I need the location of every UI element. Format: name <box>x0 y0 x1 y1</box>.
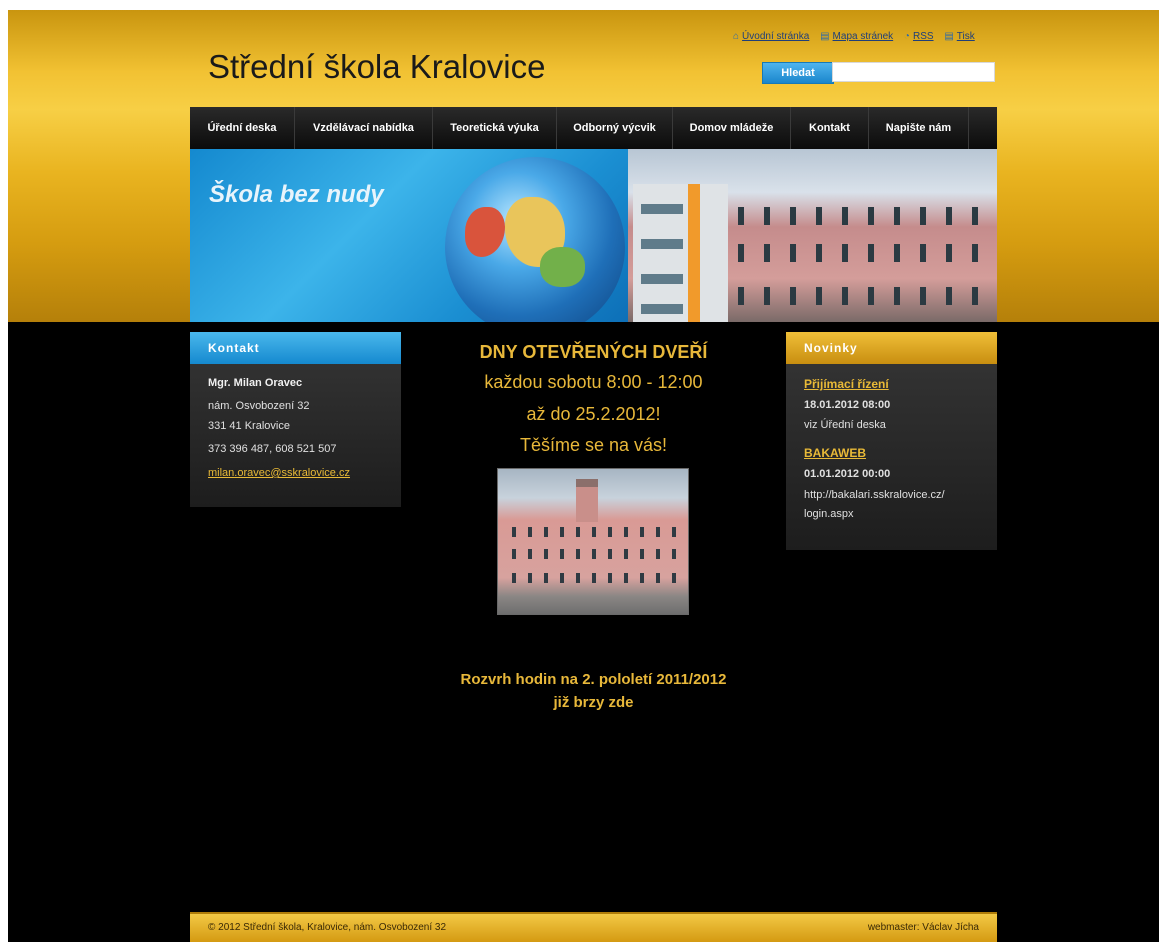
school-building-photo <box>628 149 997 322</box>
building-window-row <box>641 204 683 214</box>
news-box-heading: Novinky <box>786 332 997 364</box>
browser-frame-left <box>0 0 8 942</box>
building-window-row <box>728 287 988 305</box>
globe-image <box>445 157 625 322</box>
schedule-heading: Rozvrh hodin na 2. pololetí 2011/2012 <box>460 671 727 688</box>
contact-street: nám. Osvobození 32 <box>208 400 310 412</box>
building-window-row <box>728 207 988 225</box>
news-item-title[interactable]: Přijímací řízení <box>804 377 889 391</box>
building-window-row <box>641 304 683 314</box>
browser-frame-right <box>1159 0 1167 942</box>
open-days-time: každou sobotu 8:00 - 12:00 <box>484 372 703 392</box>
browser-frame-top <box>0 0 1167 10</box>
toplink-print[interactable]: Tisk <box>957 31 975 42</box>
news-item-title[interactable]: BAKAWEB <box>804 446 866 460</box>
sitemap-icon: ▤ <box>820 31 830 42</box>
nav-item-kontakt[interactable]: Kontakt <box>791 107 869 149</box>
school-photo <box>497 468 689 615</box>
top-links: ⌂ Úvodní stránka ▤ Mapa stránek ◔ RSS ▤ Tisk <box>733 31 975 42</box>
contact-box-heading: Kontakt <box>190 332 401 364</box>
banner-blue-panel: Škola bez nudy <box>190 149 630 322</box>
contact-box: Kontakt Mgr. Milan Oravec nám. Osvobozen… <box>190 332 401 507</box>
open-days-welcome: Těšíme se na vás! <box>519 435 668 455</box>
site-footer: © 2012 Střední škola, Kralovice, nám. Os… <box>190 912 997 942</box>
site-title[interactable]: Střední škola Kralovice <box>208 48 546 86</box>
rss-icon: ◔ <box>903 31 910 42</box>
nav-item-napiste-nam[interactable]: Napište nám <box>869 107 969 149</box>
news-item-text: viz Úřední deska <box>804 419 886 431</box>
search-button[interactable]: Hledat <box>762 62 834 84</box>
modern-building <box>633 184 728 322</box>
news-item-date: 18.01.2012 08:00 <box>804 399 891 411</box>
search-input[interactable] <box>832 62 995 82</box>
contact-email-link[interactable]: milan.oravec@sskralovice.cz <box>208 467 350 479</box>
nav-item-uredni-deska[interactable]: Úřední deska <box>190 107 295 149</box>
contact-phones: 373 396 487, 608 521 507 <box>208 443 337 455</box>
globe-land <box>540 247 585 287</box>
header-banner: Škola bez nudy <box>190 149 997 322</box>
school-tower <box>576 479 598 522</box>
toplink-sitemap[interactable]: Mapa stránek <box>833 31 894 42</box>
building-window-row <box>728 244 988 262</box>
news-item-text: login.aspx <box>804 508 854 520</box>
photo-window-row <box>506 573 680 583</box>
open-days-until: až do 25.2.2012! <box>526 404 661 424</box>
photo-window-row <box>506 549 680 559</box>
photo-window-row <box>506 527 680 537</box>
nav-item-teoreticka-vyuka[interactable]: Teoretická výuka <box>433 107 557 149</box>
home-icon: ⌂ <box>733 31 740 42</box>
footer-webmaster: webmaster: Václav Jícha <box>867 922 979 933</box>
building-stripe <box>688 184 700 322</box>
news-item-text: http://bakalari.sskralovice.cz/ <box>804 489 945 501</box>
news-box: Novinky Přijímací řízení 18.01.2012 08:0… <box>786 332 997 550</box>
contact-name: Mgr. Milan Oravec <box>208 377 303 389</box>
toplink-rss[interactable]: RSS <box>913 31 934 42</box>
nav-item-odborny-vycvik[interactable]: Odborný výcvik <box>557 107 673 149</box>
building-window-row <box>641 239 683 249</box>
globe-land <box>465 207 505 257</box>
contact-city: 331 41 Kralovice <box>208 420 290 432</box>
main-nav: Úřední deska Vzdělávací nabídka Teoretic… <box>190 107 997 149</box>
open-days-heading: DNY OTEVŘENÝCH DVEŘÍ <box>479 342 708 362</box>
schedule-soon: již brzy zde <box>553 694 634 711</box>
toplink-home[interactable]: Úvodní stránka <box>742 31 809 42</box>
nav-item-domov-mladeze[interactable]: Domov mládeže <box>673 107 791 149</box>
footer-copyright: © 2012 Střední škola, Kralovice, nám. Os… <box>208 922 447 933</box>
nav-item-vzdelavaci-nabidka[interactable]: Vzdělávací nabídka <box>295 107 433 149</box>
print-icon: ▤ <box>944 31 954 42</box>
banner-slogan: Škola bez nudy <box>209 181 384 208</box>
news-item-date: 01.01.2012 00:00 <box>804 468 891 480</box>
building-window-row <box>641 274 683 284</box>
